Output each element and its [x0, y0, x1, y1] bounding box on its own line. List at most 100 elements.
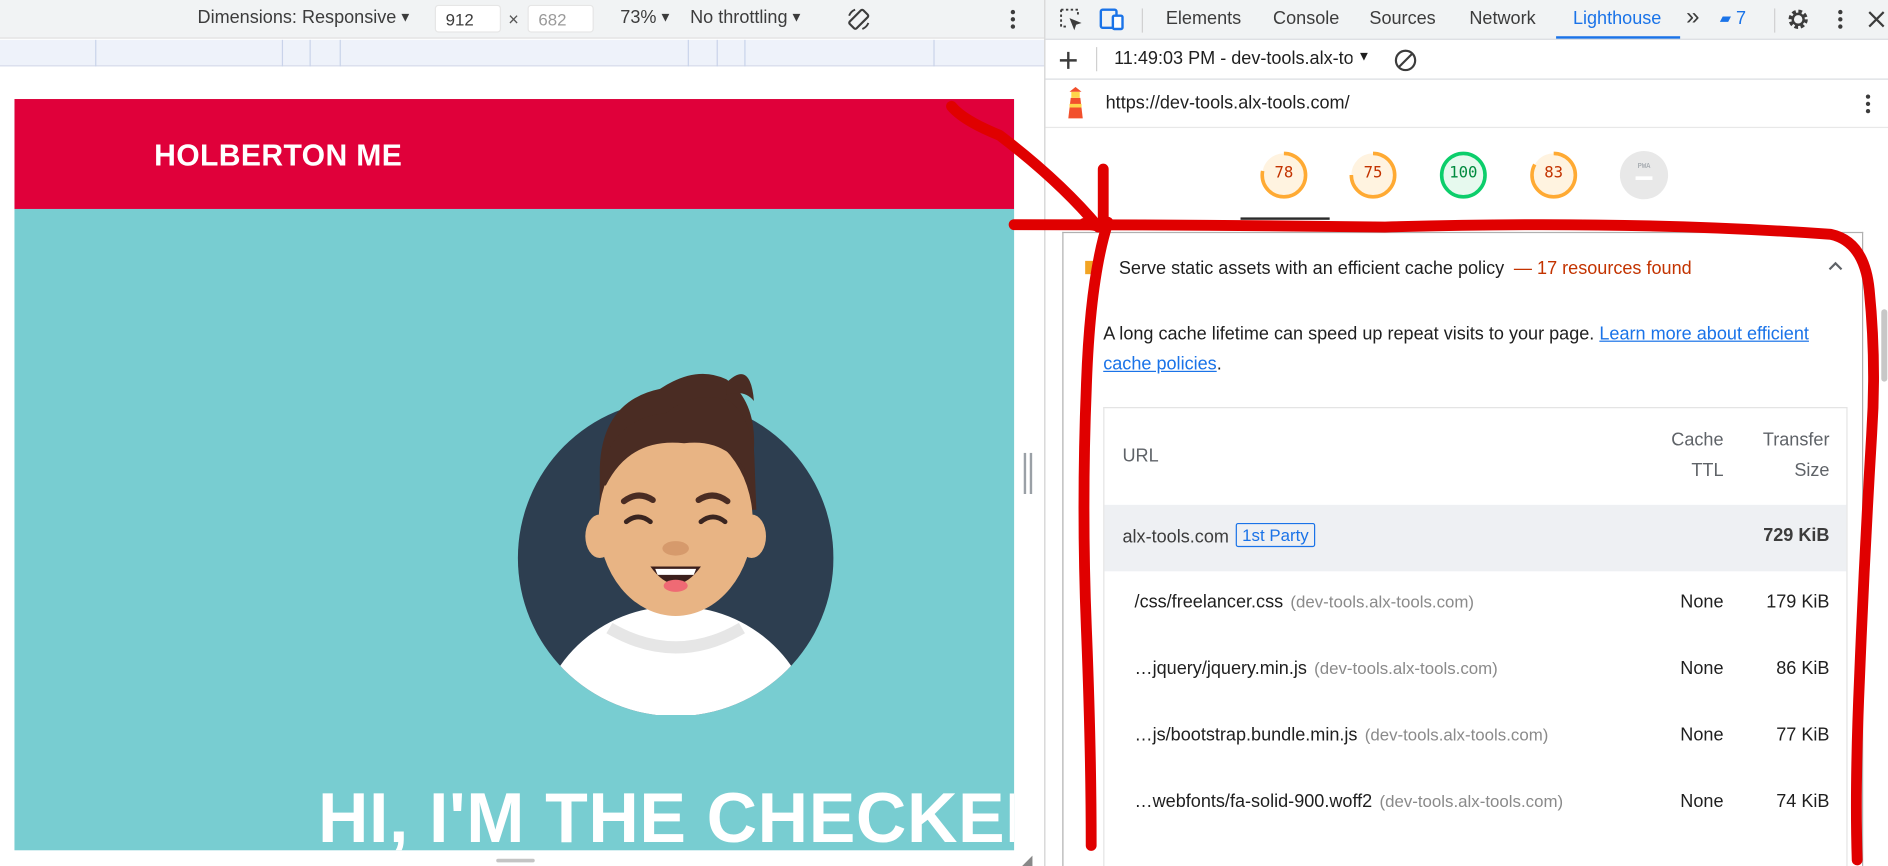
- report-selector[interactable]: 11:49:03 PM - dev-tools.alx-too: [1114, 48, 1352, 69]
- plus-icon[interactable]: [1057, 50, 1079, 72]
- url-host: (dev-tools.alx-tools.com): [1364, 724, 1549, 745]
- corner-resize-grip[interactable]: ◢: [1021, 851, 1032, 866]
- report-url[interactable]: https://dev-tools.alx-tools.com/: [1106, 93, 1350, 114]
- tab-sources[interactable]: Sources: [1369, 8, 1435, 29]
- url-host: (dev-tools.alx-tools.com): [1290, 591, 1475, 612]
- chevron-down-icon[interactable]: ▼: [1357, 50, 1370, 64]
- description-text: A long cache lifetime can speed up repea…: [1103, 323, 1600, 345]
- url-host: (dev-tools.alx-tools.com): [1379, 791, 1564, 811]
- audit-header[interactable]: Serve static assets with an efficient ca…: [1063, 233, 1864, 305]
- table-row[interactable]: /css/freelancer.css (dev-tools.alx-tools.…: [1104, 571, 1846, 637]
- url-host: (dev-tools.alx-tools.com): [1314, 658, 1498, 678]
- height-input[interactable]: 682: [527, 4, 594, 33]
- warning-square-icon: [1085, 260, 1099, 275]
- url-path[interactable]: …jquery/jquery.min.js: [1135, 658, 1307, 679]
- score-gauge-seo[interactable]: 83: [1528, 150, 1579, 201]
- clear-block-icon[interactable]: [1392, 47, 1418, 74]
- resources-table: URL Cache TTL Transfer Size alx-tools.co…: [1103, 407, 1848, 866]
- bottom-resize-grip[interactable]: [496, 858, 535, 863]
- close-devtools-icon[interactable]: [1863, 6, 1888, 33]
- emulated-page: HOLBERTON ME HI, I'M THE CHECKER: [14, 99, 1015, 851]
- audit-description: A long cache lifetime can speed up repea…: [1103, 319, 1838, 379]
- issues-count: 7: [1736, 8, 1747, 29]
- url-path[interactable]: …js/bootstrap.bundle.min.js: [1135, 725, 1358, 746]
- score-gauge-pwa[interactable]: PWA: [1619, 150, 1670, 201]
- group-name: alx-tools.com: [1122, 526, 1229, 548]
- avatar-illustration: [517, 373, 834, 716]
- lighthouse-logo-icon: [1068, 86, 1083, 119]
- cache-ttl: None: [1680, 724, 1724, 746]
- scrollbar-thumb[interactable]: [1881, 309, 1888, 382]
- group-size: 729 KiB: [1763, 525, 1830, 546]
- url-path[interactable]: /css/freelancer.css: [1135, 592, 1284, 613]
- col-header-line: Size: [1794, 460, 1830, 481]
- cache-ttl: None: [1680, 791, 1724, 812]
- score-value: 78: [1274, 164, 1294, 183]
- audit-title: Serve static assets with an efficient ca…: [1118, 258, 1505, 280]
- devtools-tabbar: Elements Console Sources Network Lightho…: [1045, 0, 1888, 40]
- transfer-size: 74 KiB: [1776, 791, 1830, 812]
- hero-heading: HI, I'M THE CHECKER: [317, 779, 1015, 851]
- transfer-size: 77 KiB: [1776, 724, 1830, 746]
- score-gauge-best-practices[interactable]: 100: [1438, 150, 1489, 201]
- table-row[interactable]: …js/bootstrap.bundle.min.js (dev-tools.al…: [1104, 704, 1846, 770]
- rotate-icon[interactable]: [844, 5, 873, 34]
- message-icon: ▰: [1719, 9, 1732, 27]
- devtools-panel: Elements Console Sources Network Lightho…: [1044, 0, 1888, 866]
- device-toolbar-icon[interactable]: [1098, 6, 1124, 33]
- table-row[interactable]: …jquery/jquery.min.js (dev-tools.alx-tool…: [1104, 638, 1846, 704]
- resource-url: …js/bootstrap.bundle.min.js (dev-tools.al…: [1135, 725, 1549, 746]
- score-gauge-accessibility[interactable]: 75: [1348, 150, 1399, 201]
- zoom-dropdown[interactable]: 73% ▼: [620, 7, 672, 28]
- inspect-element-icon[interactable]: [1057, 6, 1083, 33]
- score-value: 75: [1363, 164, 1383, 183]
- tab-network[interactable]: Network: [1469, 8, 1535, 29]
- report-menu-icon[interactable]: [1861, 92, 1875, 116]
- dimensions-dropdown[interactable]: Dimensions: Responsive ▼: [198, 7, 412, 28]
- first-party-badge: 1st Party: [1236, 522, 1315, 548]
- zoom-label: 73%: [620, 7, 657, 28]
- selected-gauge-indicator: [1240, 217, 1330, 220]
- url-path[interactable]: …webfonts/fa-solid-900.woff2: [1135, 791, 1373, 812]
- device-toolbar: Dimensions: Responsive ▼ 912 × 682 73% ▼ N…: [0, 0, 1045, 39]
- col-header-line: Transfer: [1762, 429, 1830, 451]
- cache-ttl: None: [1680, 591, 1724, 613]
- issues-badge[interactable]: ▰ 7: [1720, 8, 1746, 29]
- group-entity: alx-tools.com 1st Party: [1122, 522, 1315, 548]
- width-input[interactable]: 912: [434, 4, 502, 33]
- site-navbar: HOLBERTON ME: [14, 99, 1015, 209]
- chevron-up-icon[interactable]: [1827, 260, 1844, 272]
- description-end: .: [1216, 353, 1222, 375]
- more-options-icon[interactable]: [1004, 7, 1021, 31]
- tab-elements[interactable]: Elements: [1166, 8, 1241, 29]
- col-header-line: Cache: [1671, 429, 1724, 451]
- report-scrollbar[interactable]: [1879, 128, 1888, 866]
- viewport-resize-handle[interactable]: [1023, 452, 1034, 494]
- dimensions-label: Dimensions: Responsive: [197, 7, 397, 28]
- chevron-down-icon: ▼: [658, 10, 672, 26]
- pwa-label: PWA: [1637, 161, 1651, 171]
- resource-url: …webfonts/fa-solid-900.woff2 (dev-tools.a…: [1135, 791, 1564, 812]
- table-group-row[interactable]: alx-tools.com 1st Party 729 KiB: [1104, 504, 1847, 572]
- customize-menu-icon[interactable]: [1827, 6, 1853, 33]
- transfer-size: 179 KiB: [1766, 591, 1830, 613]
- cache-ttl: None: [1680, 658, 1724, 679]
- tab-lighthouse[interactable]: Lighthouse: [1573, 8, 1661, 29]
- site-brand[interactable]: HOLBERTON ME: [154, 139, 402, 174]
- transfer-size: 86 KiB: [1776, 658, 1830, 679]
- more-tabs-icon[interactable]: »: [1686, 4, 1699, 32]
- dimension-separator: ×: [508, 9, 519, 31]
- score-value: 83: [1544, 164, 1564, 183]
- throttling-label: No throttling: [690, 7, 788, 28]
- throttling-dropdown[interactable]: No throttling ▼: [690, 7, 803, 28]
- chevron-down-icon: ▼: [398, 10, 412, 26]
- media-query-ruler[interactable]: [0, 39, 1045, 67]
- chevron-down-icon: ▼: [789, 10, 804, 26]
- score-gauge-performance[interactable]: 78: [1259, 150, 1310, 201]
- audit-cache-policy: Serve static assets with an efficient ca…: [1062, 231, 1864, 866]
- settings-gear-icon[interactable]: [1785, 6, 1811, 33]
- score-gauges: 78 75 100 83 PWA: [1045, 128, 1888, 222]
- table-row[interactable]: …webfonts/fa-solid-900.woff2 (dev-tools.a…: [1104, 771, 1846, 837]
- report-url-bar: https://dev-tools.alx-tools.com/: [1045, 80, 1888, 129]
- tab-console[interactable]: Console: [1273, 8, 1339, 29]
